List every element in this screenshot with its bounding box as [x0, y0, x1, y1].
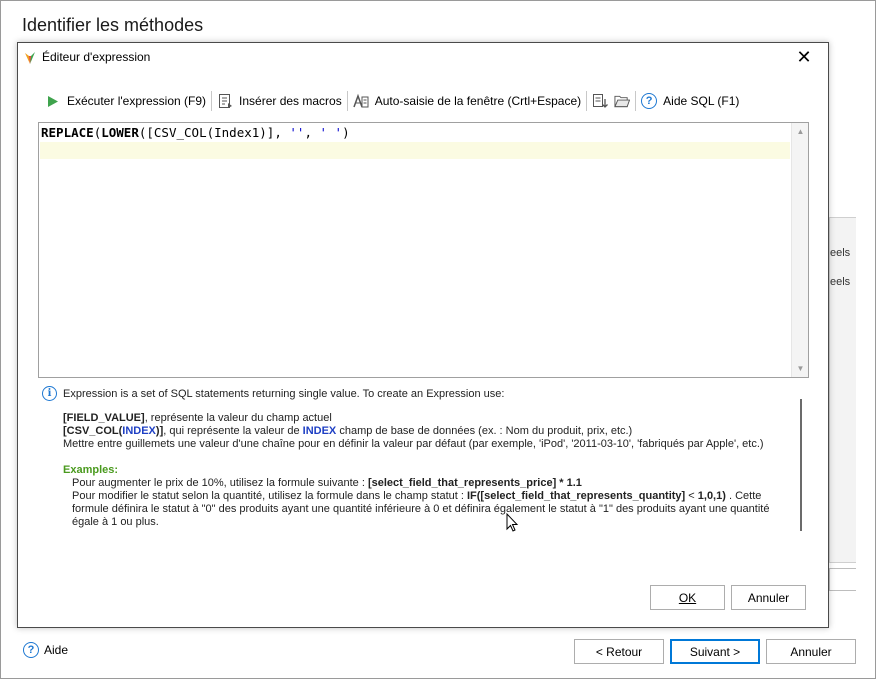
folder-open-icon — [614, 93, 631, 109]
autocomplete-label: Auto-saisie de la fenêtre (Crtl+Espace) — [374, 94, 582, 108]
wizard-cancel-label: Annuler — [790, 644, 832, 659]
wizard-title: Identifier les méthodes — [22, 15, 204, 35]
play-icon — [45, 93, 61, 109]
scroll-up-icon[interactable]: ▲ — [792, 123, 809, 140]
wizard-help-link[interactable]: ? Aide — [23, 642, 68, 658]
field-value-line: [FIELD_VALUE], représente la valeur du c… — [63, 412, 788, 425]
info-icon: i — [42, 386, 57, 401]
toolbar-separator — [346, 91, 348, 111]
example-2-text: Pour modifier le statut selon la quantit… — [72, 490, 467, 502]
ok-button[interactable]: OK — [650, 585, 725, 610]
wizard-cancel-button[interactable]: Annuler — [766, 639, 856, 664]
example-2: Pour modifier le statut selon la quantit… — [63, 490, 788, 529]
save-expression-button[interactable] — [589, 90, 611, 112]
info-scrollbar[interactable] — [800, 399, 802, 531]
back-button[interactable]: < Retour — [574, 639, 664, 664]
dialog-titlebar: Éditeur d'expression ✕ — [18, 43, 828, 73]
example-2-formula: IF([select_field_that_represents_quantit… — [466, 490, 686, 502]
expression-editor[interactable]: REPLACE(LOWER([CSV_COL(Index1)], '', ' '… — [38, 122, 809, 378]
code-token: ) — [342, 125, 350, 140]
csv-col-index-ref: INDEX — [302, 425, 337, 437]
expression-editor-dialog: Éditeur d'expression ✕ Exécuter l'expres… — [17, 42, 829, 628]
example-1-text: Pour augmenter le prix de 10%, utilisez … — [72, 477, 368, 489]
background-text-fragment: eels — [830, 276, 851, 288]
code-token: LOWER — [101, 125, 139, 140]
info-heading: i Expression is a set of SQL statements … — [42, 386, 504, 401]
code-token: '' — [289, 125, 305, 140]
help-icon: ? — [23, 642, 39, 658]
info-spacer — [63, 451, 788, 464]
dialog-cancel-button[interactable]: Annuler — [731, 585, 806, 610]
sql-help-button[interactable]: ? Aide SQL (F1) — [638, 90, 742, 112]
code-token: ' ' — [319, 125, 343, 140]
code-token: ([CSV_COL(Index1)], — [138, 125, 290, 140]
open-expression-button[interactable] — [611, 90, 633, 112]
csv-col-description: , qui représente la valeur de — [163, 425, 303, 437]
scroll-down-icon[interactable]: ▼ — [792, 360, 809, 377]
back-button-label: < Retour — [595, 644, 643, 659]
sql-help-label: Aide SQL (F1) — [663, 94, 740, 108]
autocomplete-icon — [353, 93, 369, 109]
background-field — [829, 568, 856, 591]
toolbar-separator — [635, 91, 637, 111]
dialog-title: Éditeur d'expression — [42, 50, 151, 64]
macro-document-icon — [217, 93, 233, 109]
csv-col-token: [CSV_COL( — [63, 425, 123, 437]
example-1: Pour augmenter le prix de 10%, utilisez … — [63, 477, 788, 490]
next-button[interactable]: Suivant > — [670, 639, 760, 664]
next-button-label: Suivant > — [689, 644, 741, 659]
code-token: REPLACE — [41, 125, 94, 140]
expression-code-line: REPLACE(LOWER([CSV_COL(Index1)], '', ' '… — [41, 125, 350, 141]
save-download-icon — [592, 93, 609, 109]
help-icon: ? — [641, 93, 658, 109]
examples-label: Examples: — [63, 464, 119, 476]
csv-col-index: INDEX — [122, 425, 156, 437]
app-logo-icon — [25, 52, 35, 64]
background-text-fragment: eels — [830, 247, 851, 259]
quote-line: Mettre entre guillemets une valeur d'une… — [63, 438, 764, 450]
autocomplete-button[interactable]: Auto-saisie de la fenêtre (Crtl+Espace) — [350, 90, 584, 112]
wizard-help-label: Aide — [44, 643, 69, 657]
execute-expression-label: Exécuter l'expression (F9) — [67, 94, 207, 108]
example-2-operator: < — [685, 490, 698, 502]
info-help-text: [FIELD_VALUE], représente la valeur du c… — [63, 412, 788, 529]
insert-macros-label: Insérer des macros — [239, 94, 342, 108]
field-value-token: [FIELD_VALUE] — [63, 412, 145, 424]
example-1-formula: [select_field_that_represents_price] * 1… — [367, 477, 582, 489]
insert-macros-button[interactable]: Insérer des macros — [214, 90, 345, 112]
ok-button-label: OK — [678, 590, 697, 605]
field-value-description: , représente la valeur du champ actuel — [144, 412, 332, 424]
csv-col-description-end: champ de base de données (ex. : Nom du p… — [336, 425, 633, 437]
example-2-formula-end: 1,0,1) — [697, 490, 726, 502]
mouse-cursor-icon — [506, 513, 519, 532]
csv-col-line: [CSV_COL(INDEX)], qui représente la vale… — [63, 425, 788, 438]
background-panel — [829, 217, 856, 563]
dialog-cancel-label: Annuler — [747, 590, 790, 605]
execute-expression-button[interactable]: Exécuter l'expression (F9) — [42, 90, 209, 112]
toolbar-separator — [211, 91, 213, 111]
close-icon[interactable]: ✕ — [794, 47, 814, 67]
info-heading-text: Expression is a set of SQL statements re… — [63, 387, 505, 400]
code-token: , — [304, 125, 320, 140]
editor-scrollbar[interactable]: ▲ ▼ — [791, 123, 808, 377]
current-line-highlight — [40, 142, 790, 159]
editor-toolbar: Exécuter l'expression (F9) Insérer des m… — [42, 90, 742, 112]
toolbar-separator — [586, 91, 588, 111]
